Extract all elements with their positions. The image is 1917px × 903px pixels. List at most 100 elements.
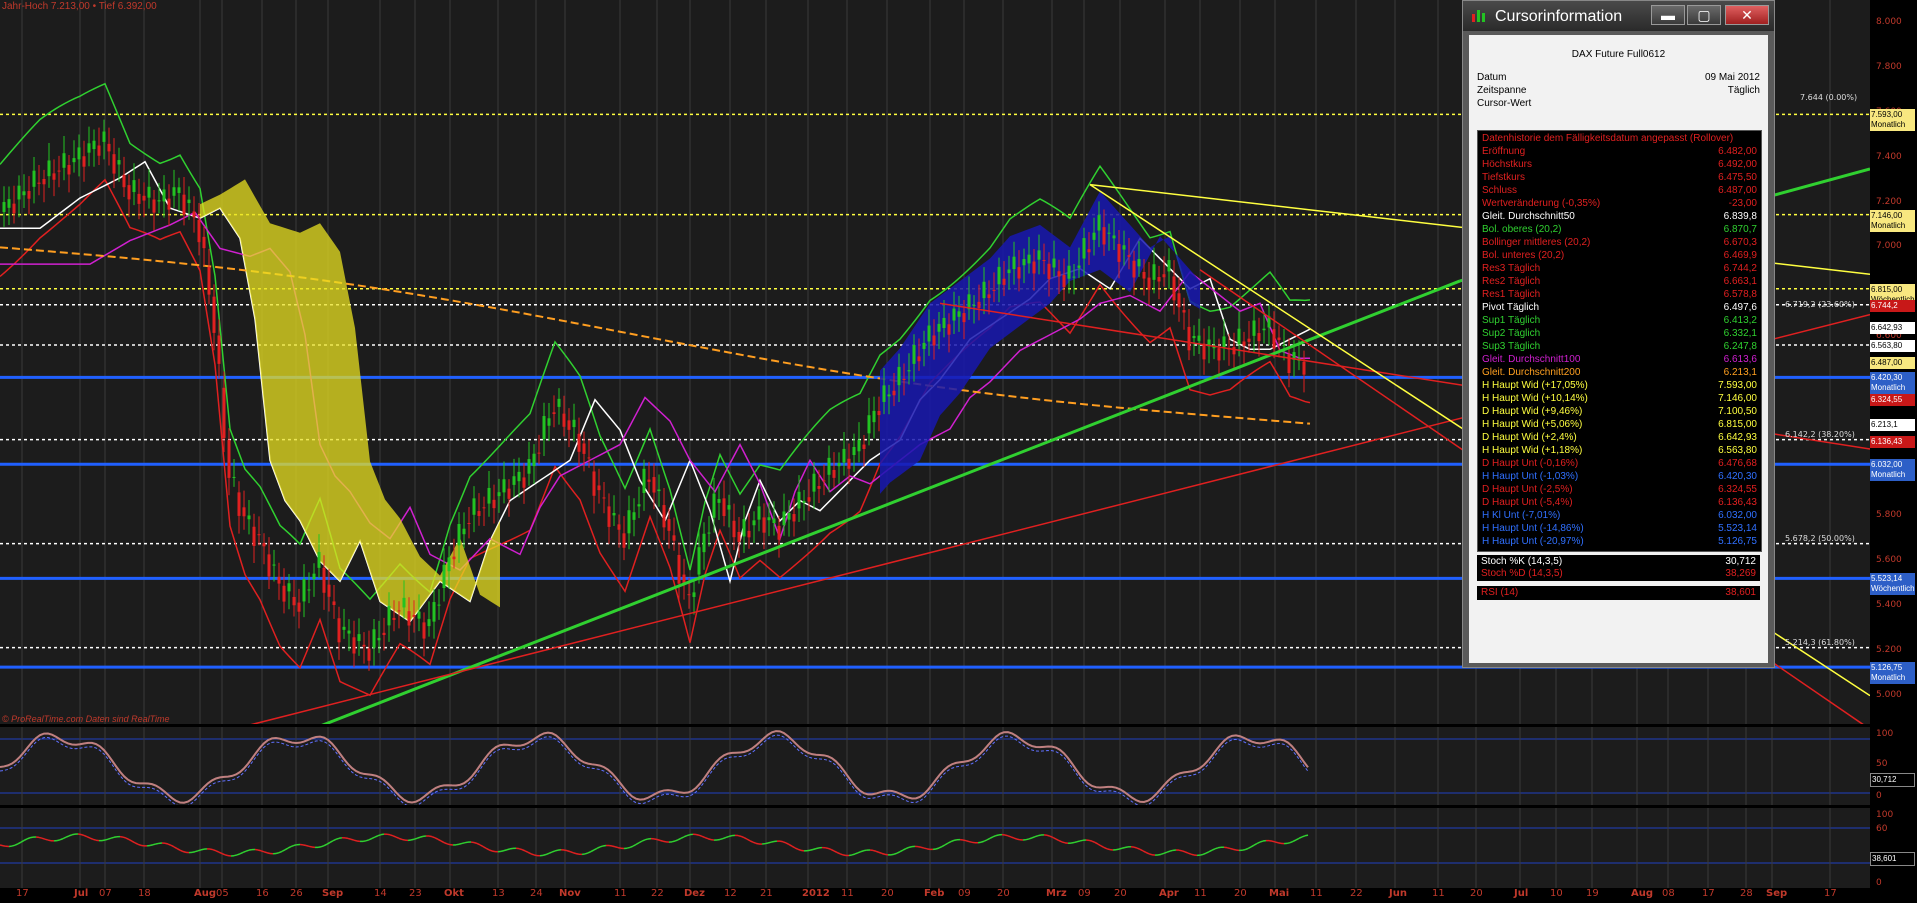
indicator-value: 6.492,00 xyxy=(1718,159,1757,170)
rsi-panel[interactable] xyxy=(0,808,1870,888)
date-axis-label: 13 xyxy=(492,888,505,899)
rsi-segment xyxy=(1025,838,1030,841)
candle-body xyxy=(707,532,711,534)
rsi-segment xyxy=(1244,847,1249,851)
indicator-value: 6.563,80 xyxy=(1718,445,1757,456)
candle-body xyxy=(862,444,866,449)
rsi-segment xyxy=(752,841,757,845)
rsi-segment xyxy=(44,838,49,841)
stochastic-panel[interactable] xyxy=(0,727,1870,808)
candle-body xyxy=(692,592,696,597)
rsi-segment xyxy=(1139,848,1144,852)
rsi-segment xyxy=(1274,841,1279,844)
rsi-segment xyxy=(140,844,145,847)
candle-body xyxy=(202,236,206,249)
candle-body xyxy=(662,505,666,528)
candle-body xyxy=(1177,293,1181,308)
indicator-row: D Haupt Unt (-5,4%) 6.136,43 xyxy=(1482,497,1757,510)
rsi-segment xyxy=(1199,853,1204,856)
candle-body xyxy=(442,564,446,589)
rsi-segment xyxy=(554,849,559,852)
candle-body xyxy=(912,344,916,364)
candle-body xyxy=(777,525,781,540)
candle-body xyxy=(1202,343,1206,360)
rsi-segment xyxy=(542,853,547,857)
window-title-bar[interactable]: Cursorinformation ▬ ▢ ✕ xyxy=(1463,1,1774,31)
rsi-segment xyxy=(548,851,553,855)
rsi-segment xyxy=(1205,851,1210,854)
rsi-segment xyxy=(212,848,217,852)
candle-body xyxy=(1232,347,1236,355)
rsi-segment xyxy=(812,847,817,851)
cursor-information-window[interactable]: Cursorinformation ▬ ▢ ✕ DAX Future Full0… xyxy=(1462,0,1775,668)
rsi-segment xyxy=(68,834,73,837)
candle-body xyxy=(227,440,231,478)
candle-body xyxy=(1262,328,1266,331)
rsi-segment xyxy=(632,843,637,847)
candle-body xyxy=(1172,276,1176,301)
indicator-row: Gleit. Durchschnitt100 6.613,6 xyxy=(1482,354,1757,367)
date-axis-label: Jun xyxy=(1389,888,1407,899)
candle-body xyxy=(42,178,46,185)
window-body: DAX Future Full0612 Datum 09 Mai 2012 Ze… xyxy=(1469,35,1768,663)
candle-body xyxy=(347,630,351,634)
candle-body xyxy=(1222,336,1226,349)
indicator-row: H Haupt Unt (-20,97%) 5.126,75 xyxy=(1482,536,1757,549)
date-axis-label: Feb xyxy=(924,888,945,899)
date-axis-label: 20 xyxy=(881,888,894,899)
rsi-segment xyxy=(242,850,247,854)
candle-body xyxy=(502,479,506,493)
rsi-segment xyxy=(575,852,580,855)
candle-body xyxy=(522,477,526,488)
rsi-segment xyxy=(1232,848,1237,851)
candle-body xyxy=(1152,264,1156,280)
price-level-tag: 6.213,1 xyxy=(1870,418,1915,431)
rsi-segment xyxy=(680,836,685,840)
minimize-button[interactable]: ▬ xyxy=(1651,5,1685,25)
candle-body xyxy=(1302,361,1306,375)
candle-body xyxy=(402,597,406,608)
rsi-segment xyxy=(110,836,115,839)
fibonacci-label: 5.678,2 (50.00%) xyxy=(1785,533,1855,543)
date-axis-label: 22 xyxy=(651,888,664,899)
candle-body xyxy=(932,335,936,346)
rsi-segment xyxy=(1034,834,1039,838)
rsi-segment xyxy=(587,850,592,854)
close-button[interactable]: ✕ xyxy=(1725,5,1769,25)
indicator-row: Sup3 Täglich 6.247,8 xyxy=(1482,341,1757,354)
indicator-axis-label: 50 xyxy=(1876,759,1888,769)
indicator-row: Höchstkurs 6.492,00 xyxy=(1482,159,1757,172)
rsi-segment xyxy=(38,836,43,839)
rsi-segment xyxy=(983,839,988,842)
rsi-segment xyxy=(350,838,355,841)
indicator-label: D Haupt Unt (-2,5%) xyxy=(1482,484,1573,495)
rsi-segment xyxy=(197,849,202,852)
rsi-segment xyxy=(377,833,382,837)
indicator-value: 6.476,68 xyxy=(1718,458,1757,469)
candle-body xyxy=(137,193,141,204)
candle-body xyxy=(122,174,126,188)
maximize-button[interactable]: ▢ xyxy=(1687,5,1721,25)
candle-body xyxy=(252,526,256,546)
rsi-segment xyxy=(1055,838,1060,842)
rsi-segment xyxy=(614,846,619,849)
candle-body xyxy=(157,200,161,202)
rsi-segment xyxy=(113,835,118,839)
indicator-row: D Haupt Unt (-2,5%) 6.324,55 xyxy=(1482,484,1757,497)
indicator-row: H Haupt Unt (-1,03%) 6.420,30 xyxy=(1482,471,1757,484)
rsi-segment xyxy=(749,840,754,843)
rsi-segment xyxy=(740,835,745,839)
candle-body xyxy=(242,507,246,517)
rsi-segment xyxy=(533,854,538,857)
rsi-segment xyxy=(104,838,109,841)
rsi-segment xyxy=(176,847,181,851)
rsi-segment xyxy=(17,841,22,845)
rsi-segment xyxy=(107,837,112,840)
candle-body xyxy=(572,419,576,428)
rsi-segment xyxy=(1058,839,1063,843)
rsi-segment xyxy=(65,835,70,838)
rsi-segment xyxy=(572,851,577,855)
rsi-segment xyxy=(1202,852,1207,856)
indicator-row: H Haupt Wid (+5,06%) 6.815,00 xyxy=(1482,419,1757,432)
date-axis-label: Dez xyxy=(684,888,705,899)
